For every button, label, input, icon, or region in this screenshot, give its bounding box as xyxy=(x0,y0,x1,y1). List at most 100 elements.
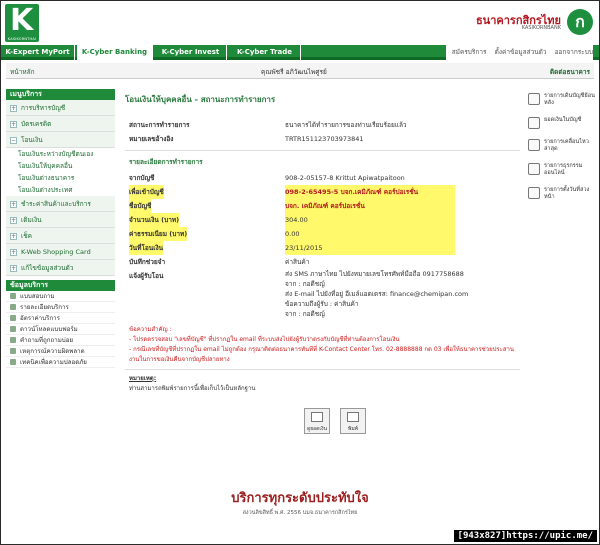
button-label: ดูยอดเงิน xyxy=(307,426,327,432)
view-balance-button[interactable]: ดูยอดเงิน xyxy=(304,408,330,434)
note-title: ข้อความสำคัญ : xyxy=(129,326,172,333)
name-label: ชื่อบัญชี xyxy=(129,199,152,213)
quick-link-label: รายการเดินบัญชีย้อนหลัง xyxy=(544,93,595,106)
breadcrumb-home[interactable]: หน้าหลัก xyxy=(10,67,35,77)
from-value: 908-2-05157-8 Krittut Apiwatpaitoon xyxy=(285,174,405,182)
section-title: รายละเอียดการทำรายการ xyxy=(129,158,203,166)
ref-row: หมายเลขอ้างอิง TRTR151123703973841 xyxy=(125,132,520,146)
subitem-other-bank[interactable]: โอนเงินต่างธนาคาร xyxy=(6,172,115,184)
tab-k-expert[interactable]: K-Expert MyPort xyxy=(1,45,75,60)
sidebar-item-payment[interactable]: + ชำระค่าสินค้าและบริการ xyxy=(6,196,115,212)
sidebar-title: เมนูบริการ xyxy=(6,89,115,100)
tab-k-cyber-invest[interactable]: K-Cyber Invest xyxy=(155,45,227,60)
sidebar-item-cheque[interactable]: + เช็ค xyxy=(6,228,115,244)
user-name: คุณพัชรี อภิวัฒนไพศูรย์ xyxy=(261,68,327,76)
sidebar-item-credit[interactable]: + บัตรเครดิต xyxy=(6,116,115,132)
aux-errors[interactable]: เหตุการณ์ความผิดพลาด xyxy=(6,346,115,357)
aux-label: คำถามที่ถูกถามบ่อย xyxy=(20,337,74,344)
sidebar-item-account[interactable]: + การบริหารบัญชี xyxy=(6,100,115,116)
divider xyxy=(125,369,520,370)
button-label: พิมพ์ xyxy=(348,426,358,432)
expand-icon: + xyxy=(10,265,17,272)
calendar-icon xyxy=(528,187,540,199)
online-icon xyxy=(528,163,540,175)
notify-row: แจ้งผู้รับโอน ส่ง SMS ภาษาไทย ไปยังหมายเ… xyxy=(125,269,520,319)
sidebar-item-topup[interactable]: + เติมเงิน xyxy=(6,212,115,228)
subitem-own-account[interactable]: โอนเงินระหว่างบัญชีตนเอง xyxy=(6,148,115,160)
amount-label: จำนวนเงิน (บาท) xyxy=(129,213,180,227)
print-button[interactable]: พิมพ์ xyxy=(340,408,366,434)
notify-label: แจ้งผู้รับโอน xyxy=(129,272,164,280)
main-content: โอนเงินให้บุคคลอื่น - สถานะการทำรายการ ส… xyxy=(125,93,520,394)
memo-label: บันทึกช่วยจำ xyxy=(129,258,166,266)
aux-label: เทคนิคเพื่อความปลอดภัย xyxy=(20,359,87,366)
quick-link-label: รายการเคลื่อนไหวล่าสุด xyxy=(544,139,589,152)
fee-label: ค่าธรรมเนียม (บาท) xyxy=(129,227,188,241)
notify-line: จาก : กอดีชญ์ xyxy=(285,280,325,288)
subitem-other-person[interactable]: โอนเงินให้บุคคลอื่น xyxy=(6,160,115,172)
kbank-logo[interactable]: K KASIKORNTHAI xyxy=(5,4,39,42)
sidebar-item-profile[interactable]: + แก้ไขข้อมูลส่วนตัว xyxy=(6,260,115,276)
logo-letter: K xyxy=(10,3,34,38)
remark: หมายเหตุ: ท่านสามารถพิมพ์รายการนี้เพื่อเ… xyxy=(125,374,520,394)
link-register[interactable]: สมัครบริการ xyxy=(452,48,487,56)
contact-link[interactable]: ติดต่อธนาคาร xyxy=(550,67,590,77)
sidebar-item-label: การบริหารบัญชี xyxy=(21,104,66,112)
sidebar-item-label: K-Web Shopping Card xyxy=(21,248,91,256)
aux-details[interactable]: รายละเอียดบริการ xyxy=(6,302,115,313)
breadcrumb-bar: หน้าหลัก คุณพัชรี อภิวัฒนไพศูรย์ ติดต่อธ… xyxy=(6,63,594,79)
aux-survey[interactable]: แบบสอบถาม xyxy=(6,291,115,302)
page-frame: K KASIKORNTHAI ธนาคารกสิกรไทย KASIKORNBA… xyxy=(0,0,600,545)
sidebar-item-shopping-card[interactable]: + K-Web Shopping Card xyxy=(6,244,115,260)
aux-security[interactable]: เทคนิคเพื่อความปลอดภัย xyxy=(6,357,115,368)
collapse-icon: − xyxy=(10,137,17,144)
aux-label: แบบสอบถาม xyxy=(20,293,55,300)
aux-download[interactable]: ดาวน์โหลดแบบฟอร์ม xyxy=(6,324,115,335)
tab-k-cyber-banking[interactable]: K-Cyber Banking xyxy=(77,45,153,60)
quick-link-recent[interactable]: รายการเคลื่อนไหวล่าสุด xyxy=(528,139,596,153)
sidebar: เมนูบริการ + การบริหารบัญชี + บัตรเครดิต −… xyxy=(6,89,115,368)
notify-line: ส่ง SMS ภาษาไทย ไปยังหมายเลขโทรศัพท์มือถ… xyxy=(285,270,464,278)
ref-value: TRTR151123703973841 xyxy=(285,135,364,143)
date-label: วันที่โอนเงิน xyxy=(129,241,164,255)
quick-link-balance[interactable]: ยอดเงินในบัญชี xyxy=(528,117,596,129)
fee-value: 0.00 xyxy=(285,227,455,241)
tab-k-cyber-trade[interactable]: K-Cyber Trade xyxy=(229,45,301,60)
status-row: สถานะการทำรายการ ธนาคารได้ทำรายการของท่าน… xyxy=(125,118,520,132)
ref-label: หมายเลขอ้างอิง xyxy=(129,135,174,143)
sidebar-item-label: เติมเงิน xyxy=(21,216,42,224)
sidebar-item-transfer[interactable]: − โอนเงิน xyxy=(6,132,115,148)
link-settings[interactable]: ตั้งค่าข้อมูลส่วนตัว xyxy=(495,48,547,56)
sidebar-item-label: ชำระค่าสินค้าและบริการ xyxy=(21,200,91,208)
divider xyxy=(125,150,520,151)
footer-slogan: บริการทุกระดับประทับใจ xyxy=(231,491,369,506)
quick-link-online[interactable]: รายการธุรกรรมออนไลน์ xyxy=(528,163,596,177)
memo-value: ค่าสินค้า xyxy=(285,258,310,266)
subitem-overseas[interactable]: โอนเงินต่างประเทศ xyxy=(6,184,115,196)
aux-label: อัตราค่าบริการ xyxy=(20,315,60,322)
fee-icon xyxy=(10,315,16,321)
quick-links: รายการเดินบัญชีย้อนหลัง ยอดเงินในบัญชี ร… xyxy=(528,93,596,211)
sidebar-item-label: บัตรเครดิต xyxy=(21,120,52,128)
service-info: ข้อมูลบริการ แบบสอบถาม รายละเอียดบริการ … xyxy=(6,280,115,368)
balance-icon xyxy=(528,117,540,129)
expand-icon: + xyxy=(10,233,17,240)
to-row: เพื่อเข้าบัญชี 098-2-65495-5 บจก.เคมิภัณฑ… xyxy=(125,185,520,199)
kbank-emblem-icon: ก xyxy=(567,9,593,35)
service-info-title: ข้อมูลบริการ xyxy=(6,280,115,291)
aux-fees[interactable]: อัตราค่าบริการ xyxy=(6,313,115,324)
sidebar-item-label: แก้ไขข้อมูลส่วนตัว xyxy=(21,264,74,272)
name-row: ชื่อบัญชี บจก. เคมิภัณฑ์ คอร์ปอเรชั่น xyxy=(125,199,520,213)
notify-line: ข้อความถึงผู้รับ : ค่าสินค้า xyxy=(285,300,359,308)
document-icon xyxy=(311,412,323,422)
amount-row: จำนวนเงิน (บาท) 304.00 xyxy=(125,213,520,227)
aux-label: เหตุการณ์ความผิดพลาด xyxy=(20,348,85,355)
quick-link-statement[interactable]: รายการเดินบัญชีย้อนหลัง xyxy=(528,93,596,107)
aux-faq[interactable]: คำถามที่ถูกถามบ่อย xyxy=(6,335,115,346)
to-value: 098-2-65495-5 บจก.เคมิภัณฑ์ คอร์ปอเรชั่น xyxy=(285,185,455,199)
expand-icon: + xyxy=(10,201,17,208)
quick-link-scheduled[interactable]: รายการตั้งวันที่ล่วงหน้า xyxy=(528,187,596,201)
from-label: จากบัญชี xyxy=(129,174,155,182)
link-logout[interactable]: ออกจากระบบ xyxy=(555,48,593,56)
note-line: - โปรดตรวจสอบ "เลขที่บัญชี" ที่ปรากฏใน e… xyxy=(129,336,400,343)
